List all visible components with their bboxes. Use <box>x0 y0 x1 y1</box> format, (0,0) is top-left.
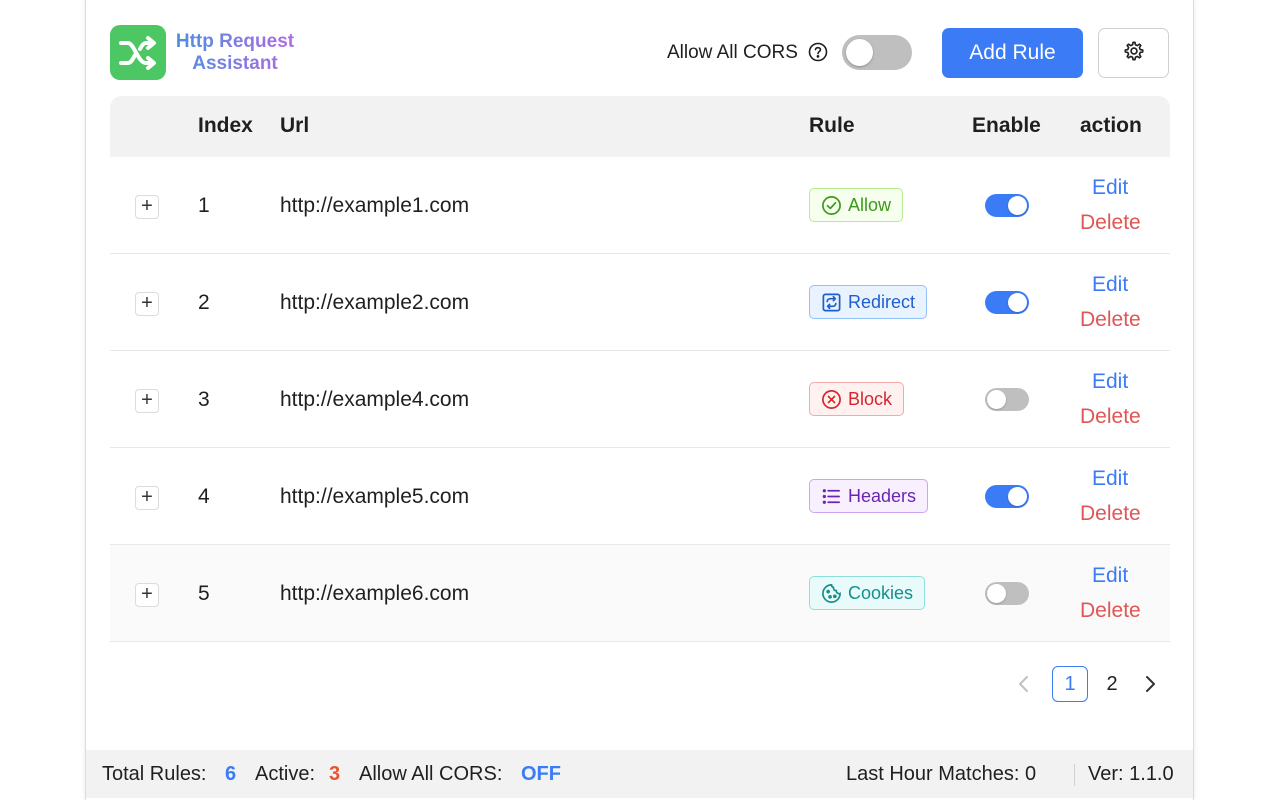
active-label: Active: <box>255 763 316 785</box>
expand-row-button[interactable]: + <box>135 486 159 510</box>
column-header-index: Index <box>198 114 253 137</box>
delete-link[interactable]: Delete <box>1080 502 1141 526</box>
switch-knob <box>1008 487 1027 506</box>
row-index: 1 <box>198 194 210 217</box>
enable-switch[interactable] <box>985 388 1029 411</box>
row-url: http://example5.com <box>280 485 470 508</box>
page-button-2[interactable]: 2 <box>1094 666 1130 702</box>
page-button-1[interactable]: 1 <box>1052 666 1088 702</box>
row-index: 5 <box>198 582 210 605</box>
delete-link[interactable]: Delete <box>1080 405 1141 429</box>
table-row: + 5 http://example6.com Cookies Edit Del… <box>110 545 1170 642</box>
switch-knob <box>987 584 1006 603</box>
rule-tag-redirect: Redirect <box>809 285 928 319</box>
table-row: + 3 http://example4.com Block Edit Delet… <box>110 351 1170 448</box>
table-header: Index Url Rule Enable action <box>110 96 1170 157</box>
rules-table: Index Url Rule Enable action + 1 http://… <box>110 96 1170 642</box>
question-circle-icon[interactable] <box>808 42 828 62</box>
list-icon <box>822 488 840 504</box>
app-title: Http Request Assistant <box>174 31 296 75</box>
rule-tag-allow: Allow <box>809 188 904 222</box>
switch-knob <box>1008 293 1027 312</box>
footer-cors-value: OFF <box>521 763 561 785</box>
delete-link[interactable]: Delete <box>1080 211 1141 235</box>
table-row: + 2 http://example2.com Redirect Edit De… <box>110 254 1170 351</box>
enable-switch[interactable] <box>985 485 1029 508</box>
row-url: http://example4.com <box>280 388 470 411</box>
expand-row-button[interactable]: + <box>135 389 159 413</box>
extension-popup: Http Request Assistant Allow All CORS Ad… <box>85 0 1194 800</box>
cors-toggle[interactable] <box>842 35 912 70</box>
rule-tag-block: Block <box>809 382 905 416</box>
toggle-knob <box>846 39 873 66</box>
add-rule-button[interactable]: Add Rule <box>942 28 1083 78</box>
edit-link[interactable]: Edit <box>1092 176 1128 200</box>
cors-label: Allow All CORS <box>667 42 798 63</box>
app-title-line2: Assistant <box>192 53 278 74</box>
edit-link[interactable]: Edit <box>1092 564 1128 588</box>
chevron-left-icon[interactable] <box>1014 672 1038 696</box>
row-index: 3 <box>198 388 210 411</box>
rule-tag-cookies: Cookies <box>809 576 926 610</box>
rule-tag-label: Block <box>848 388 893 409</box>
rule-tag-label: Allow <box>848 194 892 215</box>
edit-link[interactable]: Edit <box>1092 467 1128 491</box>
row-url: http://example2.com <box>280 291 470 314</box>
header: Http Request Assistant Allow All CORS Ad… <box>86 0 1193 96</box>
row-index: 4 <box>198 485 210 508</box>
column-header-action: action <box>1080 114 1142 137</box>
settings-button[interactable] <box>1098 28 1169 78</box>
delete-link[interactable]: Delete <box>1080 599 1141 623</box>
footer-divider <box>1074 764 1075 786</box>
rule-tag-headers: Headers <box>809 479 929 513</box>
expand-row-button[interactable]: + <box>135 292 159 316</box>
column-header-enable: Enable <box>972 114 1041 137</box>
footer-cors-label: Allow All CORS: <box>359 763 503 785</box>
version: Ver: 1.1.0 <box>1088 763 1174 785</box>
redirect-icon <box>822 293 841 311</box>
shuffle-logo-icon <box>110 25 166 80</box>
delete-link[interactable]: Delete <box>1080 308 1141 332</box>
check-circle-icon <box>822 195 841 215</box>
rule-tag-label: Cookies <box>848 582 914 603</box>
row-url: http://example1.com <box>280 194 470 217</box>
column-header-rule: Rule <box>809 114 855 137</box>
edit-link[interactable]: Edit <box>1092 273 1128 297</box>
status-footer: Total Rules: 6 Active: 3 Allow All CORS:… <box>86 750 1193 798</box>
chevron-right-icon[interactable] <box>1140 672 1164 696</box>
active-value: 3 <box>329 763 341 785</box>
table-row: + 4 http://example5.com Headers Edit Del… <box>110 448 1170 545</box>
switch-knob <box>1008 196 1027 215</box>
total-rules-label: Total Rules: <box>102 763 207 785</box>
row-index: 2 <box>198 291 210 314</box>
last-hour-matches: Last Hour Matches: 0 <box>846 763 1037 785</box>
close-circle-icon <box>822 389 841 409</box>
column-header-url: Url <box>280 114 310 137</box>
enable-switch[interactable] <box>985 194 1029 217</box>
pagination: 1 2 <box>1014 666 1174 702</box>
expand-row-button[interactable]: + <box>135 583 159 607</box>
expand-row-button[interactable]: + <box>135 195 159 219</box>
gear-icon <box>1123 40 1145 67</box>
enable-switch[interactable] <box>985 291 1029 314</box>
switch-knob <box>987 390 1006 409</box>
app-title-line1: Http Request <box>175 31 295 52</box>
rule-tag-label: Headers <box>848 485 917 506</box>
row-url: http://example6.com <box>280 582 470 605</box>
cookie-icon <box>822 583 841 603</box>
rule-tag-label: Redirect <box>848 291 916 312</box>
table-row: + 1 http://example1.com Allow Edit Delet… <box>110 157 1170 254</box>
edit-link[interactable]: Edit <box>1092 370 1128 394</box>
total-rules-value: 6 <box>225 763 237 785</box>
enable-switch[interactable] <box>985 582 1029 605</box>
